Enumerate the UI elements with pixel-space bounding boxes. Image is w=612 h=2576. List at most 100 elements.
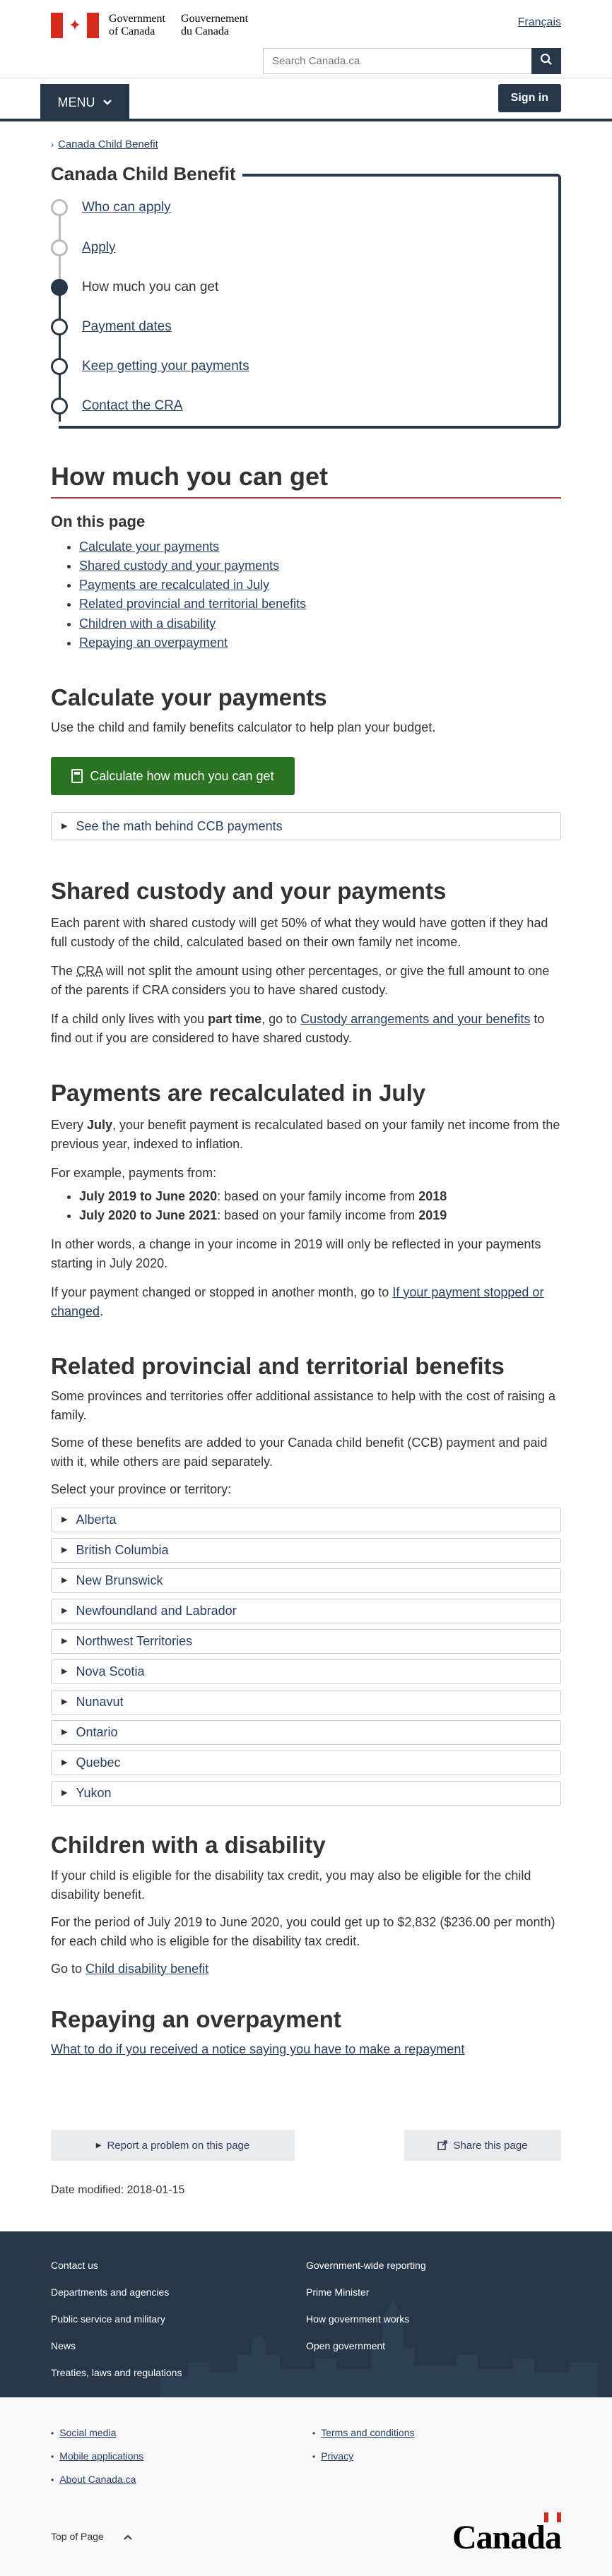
wordmark-flag-icon (544, 2512, 561, 2523)
custody-arrangements-link[interactable]: Custody arrangements and your benefits (300, 1012, 530, 1026)
list-item: Social media (51, 2426, 312, 2440)
triangle-right-icon: ▶ (61, 1667, 68, 1676)
province-nova-scotia[interactable]: ▶ Nova Scotia (51, 1659, 561, 1685)
footer-sub: Social media Mobile applications About C… (0, 2397, 612, 2576)
footer-link-treaties[interactable]: Treaties, laws and regulations (51, 2366, 306, 2380)
step-apply[interactable]: Apply (51, 238, 116, 258)
toc-link-disability[interactable]: Children with a disability (79, 616, 216, 631)
report-problem-button[interactable]: ▶ Report a problem on this page (51, 2130, 295, 2161)
triangle-right-icon: ▶ (61, 1758, 68, 1767)
top-of-page-link[interactable]: Top of Page (51, 2529, 132, 2544)
recalc-p1: Every July, your benefit payment is reca… (51, 1117, 560, 1151)
canada-wordmark-logo: Canada (452, 2512, 562, 2555)
triangle-right-icon: ▶ (61, 1789, 68, 1798)
calculate-button-label: Calculate how much you can get (90, 768, 274, 783)
canada-flag-icon: ✦ (51, 13, 99, 38)
step-link-contact-cra[interactable]: Contact the CRA (82, 396, 183, 417)
child-disability-benefit-link[interactable]: Child disability benefit (86, 1962, 208, 1976)
triangle-right-icon: ▶ (61, 1546, 68, 1555)
province-alberta[interactable]: ▶ Alberta (51, 1508, 561, 1533)
province-northwest-territories[interactable]: ▶ Northwest Territories (51, 1629, 561, 1654)
province-quebec[interactable]: ▶ Quebec (51, 1751, 561, 1776)
triangle-right-icon: ▶ (61, 1576, 68, 1585)
footer-link-about[interactable]: About Canada.ca (59, 2472, 136, 2487)
toc-link-recalculated[interactable]: Payments are recalculated in July (79, 578, 269, 592)
share-page-button[interactable]: Share this page (404, 2130, 561, 2161)
recalc-list: July 2019 to June 2020: based on your fa… (79, 1187, 561, 1225)
share-page-label: Share this page (453, 2139, 528, 2152)
list-item: Mobile applications (51, 2449, 312, 2464)
menu-label: MENU (57, 95, 95, 109)
details-ccb-math[interactable]: ▶ See the math behind CCB payments (51, 812, 561, 841)
calculate-button[interactable]: Calculate how much you can get (51, 757, 295, 796)
toc-item: Related provincial and territorial benef… (79, 595, 561, 613)
province-yukon[interactable]: ▶ Yukon (51, 1781, 561, 1806)
sign-in-button[interactable]: Sign in (498, 84, 561, 112)
province-newfoundland-labrador[interactable]: ▶ Newfoundland and Labrador (51, 1599, 561, 1624)
footer-link-news[interactable]: News (51, 2339, 306, 2354)
footer-link-prime-minister[interactable]: Prime Minister (306, 2285, 561, 2300)
disability-p1: If your child is eligible for the disabi… (51, 1868, 531, 1902)
details-summary-label: See the math behind CCB payments (76, 818, 283, 833)
search-form (263, 48, 561, 74)
repayment-notice-link[interactable]: What to do if you received a notice sayi… (51, 2042, 464, 2056)
footer-link-reporting[interactable]: Government-wide reporting (306, 2258, 561, 2273)
page-feedback: ▶ Report a problem on this page Share th… (51, 2130, 561, 2161)
date-modified: Date modified: 2018-01-15 (51, 2184, 185, 2197)
toc-link-overpayment[interactable]: Repaying an overpayment (79, 636, 228, 650)
recalc-p3: In other words, a change in your income … (51, 1236, 541, 1270)
share-icon (437, 2140, 448, 2151)
signature-en: Government of Canada (109, 13, 165, 37)
step-link-apply[interactable]: Apply (82, 238, 116, 258)
list-item: July 2019 to June 2020: based on your fa… (79, 1187, 561, 1206)
breadcrumb-link-ccb[interactable]: Canada Child Benefit (58, 137, 158, 153)
shared-p3: If a child only lives with you part time… (51, 1011, 545, 1045)
breadcrumb: › Canada Child Benefit (0, 121, 612, 158)
step-payment-dates[interactable]: Payment dates (51, 317, 172, 338)
step-keep-getting-payments[interactable]: Keep getting your payments (51, 357, 249, 377)
province-new-brunswick[interactable]: ▶ New Brunswick (51, 1568, 561, 1594)
step-link-keep-getting-payments[interactable]: Keep getting your payments (82, 357, 249, 377)
government-signature[interactable]: ✦ Government of Canada Gouvernement du Can… (51, 13, 248, 38)
footer-link-privacy[interactable]: Privacy (321, 2449, 353, 2464)
triangle-right-icon: ▶ (95, 2141, 102, 2149)
menu-button[interactable]: MENU (40, 84, 129, 121)
search-input[interactable] (263, 48, 531, 74)
triangle-right-icon: ▶ (61, 1515, 68, 1525)
step-link-payment-dates[interactable]: Payment dates (82, 317, 172, 338)
footer-link-contact[interactable]: Contact us (51, 2258, 306, 2273)
footer-link-how-government-works[interactable]: How government works (306, 2312, 561, 2327)
footer-link-departments[interactable]: Departments and agencies (51, 2285, 306, 2300)
section-heading-shared-custody: Shared custody and your payments (51, 878, 447, 905)
recalc-p4: If your payment changed or stopped in an… (51, 1284, 544, 1318)
step-label-current: How much you can get (82, 280, 219, 294)
step-contact-cra[interactable]: Contact the CRA (51, 396, 183, 417)
footer-link-terms[interactable]: Terms and conditions (321, 2426, 414, 2440)
triangle-right-icon: ▶ (61, 822, 68, 831)
footer-link-mobile-apps[interactable]: Mobile applications (59, 2449, 143, 2464)
toc-item: Children with a disability (79, 614, 561, 633)
footer-link-open-government[interactable]: Open government (306, 2339, 561, 2354)
section-heading-recalculated: Payments are recalculated in July (51, 1079, 426, 1106)
province-ontario[interactable]: ▶ Ontario (51, 1720, 561, 1746)
step-link-who-can-apply[interactable]: Who can apply (82, 198, 171, 218)
footer-sub-column-1: Social media Mobile applications About C… (51, 2426, 312, 2496)
triangle-right-icon: ▶ (61, 1728, 68, 1737)
province-nunavut[interactable]: ▶ Nunavut (51, 1690, 561, 1715)
province-british-columbia[interactable]: ▶ British Columbia (51, 1538, 561, 1563)
toc-link-provincial[interactable]: Related provincial and territorial benef… (79, 597, 306, 611)
shared-p2: The CRA will not split the amount using … (51, 963, 550, 997)
toc-link-shared-custody[interactable]: Shared custody and your payments (79, 559, 279, 573)
report-problem-label: Report a problem on this page (107, 2139, 250, 2152)
step-who-can-apply[interactable]: Who can apply (51, 198, 171, 218)
toc-link-calculate[interactable]: Calculate your payments (79, 539, 219, 554)
step-upcoming-icon (51, 318, 68, 336)
language-toggle-link[interactable]: Français (518, 14, 561, 31)
section-heading-disability: Children with a disability (51, 1832, 326, 1859)
footer-link-social-media[interactable]: Social media (59, 2426, 116, 2440)
footer-link-public-service[interactable]: Public service and military (51, 2312, 306, 2327)
step-visited-icon (51, 199, 68, 217)
top-of-page-label: Top of Page (51, 2531, 104, 2543)
search-button[interactable] (531, 48, 561, 74)
footer-main: Contact us Departments and agencies Publ… (0, 2231, 612, 2398)
